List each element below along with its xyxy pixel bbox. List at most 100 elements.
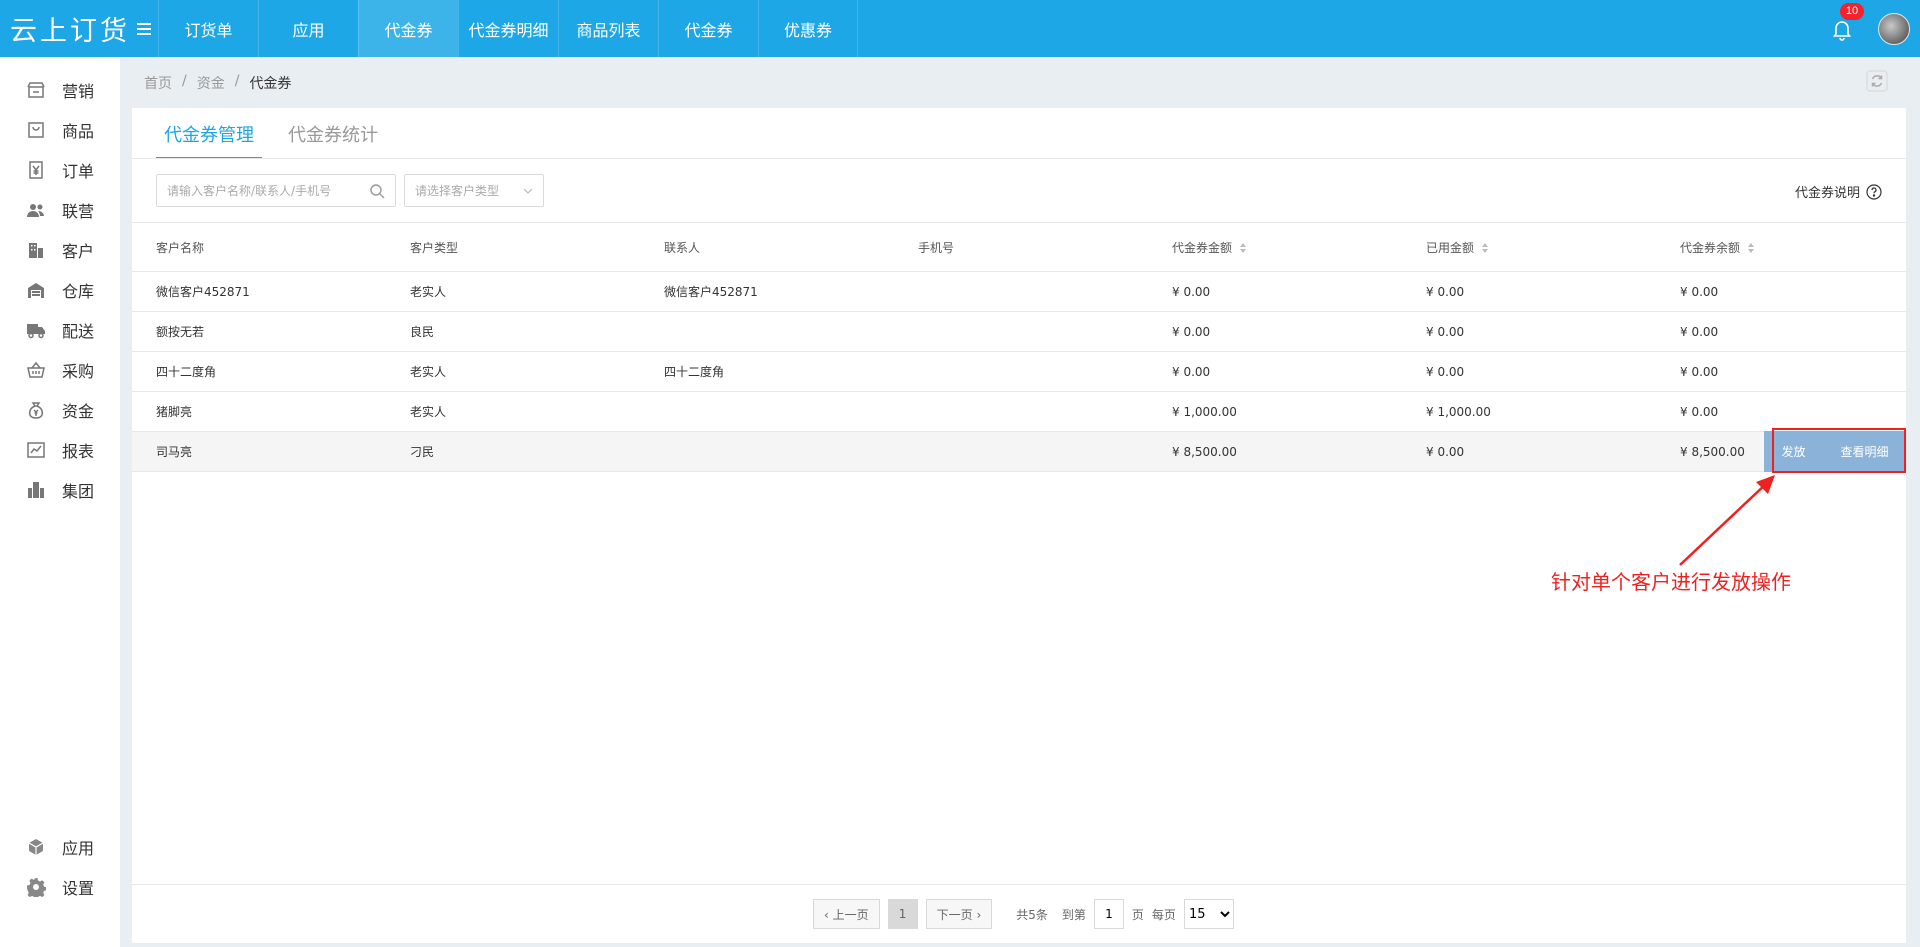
- column-header-sortable[interactable]: 代金券金额: [1148, 239, 1402, 256]
- column-header: 手机号: [918, 240, 955, 255]
- sidebar-item-label: 营销: [62, 82, 95, 101]
- sidebar-item-label: 商品: [62, 122, 95, 141]
- sort-icon: [1748, 243, 1755, 253]
- voucher-help-link[interactable]: 代金券说明: [1795, 182, 1882, 201]
- truck-icon: [27, 324, 45, 339]
- issue-button[interactable]: 发放: [1781, 443, 1805, 460]
- table-row[interactable]: 微信客户452871 老实人 微信客户452871 ¥ 0.00 ¥ 0.00 …: [132, 272, 1906, 312]
- tab-voucher-statistics[interactable]: 代金券统计: [280, 108, 386, 159]
- cell-used-amount: ¥ 0.00: [1426, 324, 1465, 339]
- voucher-table: 客户名称 客户类型 联系人 手机号 代金券金额 已用金额 代金券余额 微信客户4…: [132, 222, 1906, 472]
- refresh-icon[interactable]: [1866, 70, 1888, 92]
- money-bag-icon: [28, 402, 44, 419]
- breadcrumb-funds[interactable]: 资金: [197, 73, 225, 93]
- sidebar-item-settings[interactable]: 设置: [0, 867, 120, 907]
- cell-customer-type: 老实人: [410, 285, 447, 299]
- total-count: 共5条: [1016, 907, 1048, 922]
- table-row[interactable]: 司马亮 刁民 ¥ 8,500.00 ¥ 0.00 ¥ 8,500.00 发放 查…: [132, 431, 1906, 472]
- sidebar-item-delivery[interactable]: 配送: [0, 310, 120, 350]
- search-input[interactable]: [167, 183, 357, 198]
- column-header-sortable[interactable]: 代金券余额: [1656, 239, 1906, 256]
- page-size-select[interactable]: 15: [1183, 899, 1234, 929]
- cell-customer-type: 刁民: [410, 445, 435, 459]
- cell-customer-type: 老实人: [410, 405, 447, 419]
- sidebar-item-reports[interactable]: 报表: [0, 430, 120, 470]
- sidebar-item-funds[interactable]: 资金: [0, 390, 120, 430]
- sort-icon: [1482, 243, 1489, 253]
- cell-balance: ¥ 0.00: [1680, 364, 1719, 379]
- cell-voucher-amount: ¥ 8,500.00: [1172, 444, 1237, 459]
- chevron-down-icon: [523, 188, 533, 194]
- sidebar-item-label: 集团: [62, 482, 95, 501]
- search-icon[interactable]: [369, 183, 385, 199]
- pagination: ‹ 上一页 1 下一页 › 共5条 到第 页 每页 15: [813, 899, 1234, 929]
- sidebar-item-apps[interactable]: 应用: [0, 827, 120, 867]
- sidebar-item-label: 资金: [62, 402, 95, 421]
- table-row[interactable]: 四十二度角 老实人 四十二度角 ¥ 0.00 ¥ 0.00 ¥ 0.00: [132, 352, 1906, 392]
- nav-tab-product-list[interactable]: 商品列表: [558, 0, 658, 57]
- tab-voucher-management[interactable]: 代金券管理: [156, 108, 262, 159]
- column-header-label: 已用金额: [1426, 240, 1475, 255]
- sidebar-item-purchase[interactable]: 采购: [0, 350, 120, 390]
- notification-bell[interactable]: 10: [1828, 2, 1864, 43]
- cell-customer-name: 猪脚亮: [156, 405, 193, 419]
- top-bar: 云上订货 订货单 应用 代金券 代金券明细 商品列表 代金券 优惠券 10: [0, 0, 1920, 57]
- top-nav: 订货单 应用 代金券 代金券明细 商品列表 代金券 优惠券: [158, 0, 858, 57]
- page-number-current[interactable]: 1: [887, 899, 918, 929]
- sidebar-item-label: 采购: [62, 362, 95, 381]
- basket-icon: [27, 361, 45, 378]
- nav-tab-voucher-detail[interactable]: 代金券明细: [458, 0, 558, 57]
- sidebar-item-marketing[interactable]: 营销: [0, 70, 120, 110]
- app-logo[interactable]: 云上订货: [0, 0, 130, 57]
- column-header: 联系人: [664, 240, 701, 255]
- prev-page-button[interactable]: ‹ 上一页: [813, 899, 880, 929]
- annotation-text: 针对单个客户进行发放操作: [1551, 570, 1791, 594]
- table-row[interactable]: 猪脚亮 老实人 ¥ 1,000.00 ¥ 1,000.00 ¥ 0.00: [132, 392, 1906, 432]
- table-header: 客户名称 客户类型 联系人 手机号 代金券金额 已用金额 代金券余额: [132, 222, 1906, 272]
- sidebar-item-label: 联营: [62, 202, 95, 221]
- cell-customer-type: 良民: [410, 325, 435, 339]
- sidebar-item-group[interactable]: 集团: [0, 470, 120, 510]
- menu-toggle-icon[interactable]: [130, 0, 158, 57]
- nav-tab-apps[interactable]: 应用: [258, 0, 358, 57]
- goto-page-input[interactable]: [1093, 899, 1124, 929]
- view-detail-button[interactable]: 查看明细: [1840, 443, 1888, 460]
- voucher-help-label: 代金券说明: [1794, 186, 1860, 201]
- question-circle-icon: [1866, 183, 1882, 200]
- sidebar-item-label: 设置: [62, 879, 95, 898]
- sidebar-item-label: 报表: [62, 442, 95, 461]
- nav-tab-order[interactable]: 订货单: [158, 0, 258, 57]
- table-row[interactable]: 额按无若 良民 ¥ 0.00 ¥ 0.00 ¥ 0.00: [132, 312, 1906, 352]
- cell-used-amount: ¥ 1,000.00: [1426, 404, 1491, 419]
- pager-divider: [132, 884, 1906, 885]
- sidebar-item-label: 配送: [62, 322, 95, 341]
- nav-tab-voucher[interactable]: 代金券: [358, 0, 458, 57]
- nav-tab-coupon[interactable]: 优惠券: [758, 0, 858, 57]
- filter-bar: 请选择客户类型: [156, 174, 544, 207]
- row-actions: 发放 查看明细: [1764, 431, 1906, 472]
- goto-label: 到第: [1061, 907, 1086, 922]
- bell-icon: [1832, 20, 1852, 41]
- sidebar-item-joint[interactable]: 联营: [0, 190, 120, 230]
- sidebar-item-label: 仓库: [62, 282, 95, 301]
- cell-customer-name: 额按无若: [156, 325, 205, 339]
- sidebar-item-warehouse[interactable]: 仓库: [0, 270, 120, 310]
- column-header-label: 代金券余额: [1680, 240, 1741, 255]
- sidebar-item-products[interactable]: 商品: [0, 110, 120, 150]
- customer-type-select[interactable]: 请选择客户类型: [404, 174, 544, 207]
- cell-contact: 微信客户452871: [664, 285, 758, 299]
- column-header-sortable[interactable]: 已用金额: [1402, 239, 1656, 256]
- per-page-label: 每页: [1151, 907, 1176, 922]
- cell-voucher-amount: ¥ 0.00: [1172, 284, 1211, 299]
- breadcrumb-home[interactable]: 首页: [144, 73, 172, 93]
- cell-voucher-amount: ¥ 0.00: [1172, 324, 1211, 339]
- notification-badge: 10: [1840, 2, 1864, 20]
- cell-customer-type: 老实人: [410, 365, 447, 379]
- nav-tab-voucher-2[interactable]: 代金券: [658, 0, 758, 57]
- user-avatar[interactable]: [1878, 12, 1910, 45]
- cell-customer-name: 四十二度角: [156, 365, 217, 379]
- sidebar-item-customers[interactable]: 客户: [0, 230, 120, 270]
- next-page-button[interactable]: 下一页 ›: [925, 899, 993, 929]
- sidebar-item-orders[interactable]: 订单: [0, 150, 120, 190]
- yen-document-icon: [29, 161, 43, 179]
